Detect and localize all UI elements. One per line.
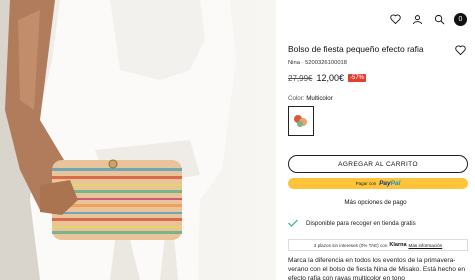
klarna-prefix: 3 plazos sin intereses (0% TAE) con [313,242,388,248]
price-row: 27,99€ 12,00€ -57% [288,73,367,83]
klarna-logo: Klarna [389,242,407,248]
store-pickup-text: Disponible para recoger en tienda gratis [306,219,416,227]
sale-price: 12,00€ [316,73,344,83]
model-with-bag-image [0,0,236,280]
color-label-prefix: Color: [288,95,305,102]
product-reference: Nina · 5200326100018 [288,60,347,66]
cart-count-badge[interactable]: 0 [454,12,467,26]
add-to-wishlist-heart-icon[interactable] [455,42,467,56]
paypal-logo-pal: Pal [390,180,401,187]
klarna-info-link[interactable]: Más información [409,243,443,248]
header-icons: 0 [388,12,467,26]
heart-icon[interactable] [388,12,402,26]
paypal-prefix: Pagar con [355,181,377,186]
store-pickup-row: Disponible para recoger en tienda gratis [288,219,416,227]
search-icon[interactable] [432,12,446,26]
product-details-panel: 0 Bolso de fiesta pequeño efecto rafia N… [276,0,475,280]
checkmark-icon [288,219,298,227]
product-photo [0,0,276,280]
paypal-logo: PayPal [379,180,400,187]
product-description: Marca la diferencia en todos los eventos… [288,257,466,280]
klarna-installments-box: 3 plazos sin intereses (0% TAE) con Klar… [288,239,468,251]
swatch-thumbnail-image [294,115,307,127]
paypal-button[interactable]: Pagar con PayPal [288,178,468,189]
color-swatch-multicolor[interactable] [288,106,314,136]
add-to-cart-button[interactable]: AGREGAR AL CARRITO [288,155,468,173]
color-label: Color: Multicolor [288,95,333,102]
user-icon[interactable] [410,12,424,26]
product-title: Bolso de fiesta pequeño efecto rafia [288,44,424,54]
paypal-logo-pay: Pay [379,180,391,187]
old-price: 27,99€ [288,73,313,83]
discount-badge: -57% [348,74,367,82]
more-payment-options-link[interactable]: Más opciones de pago [276,199,475,206]
color-value: Multicolor [306,95,333,102]
